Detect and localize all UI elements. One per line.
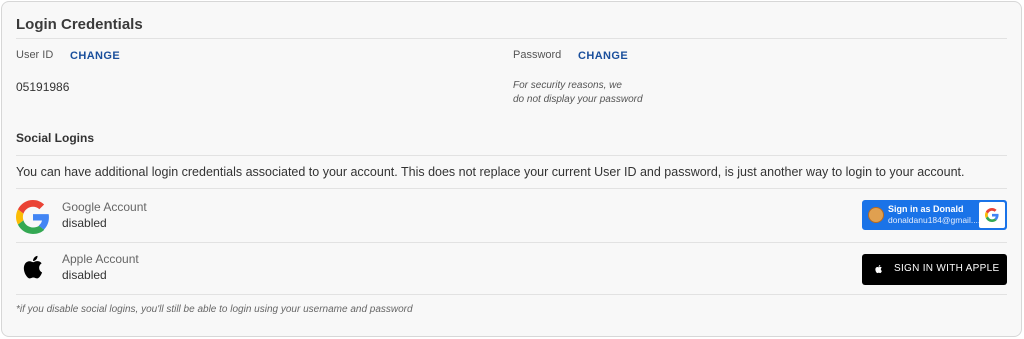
apple-icon xyxy=(875,265,882,274)
user-id-label: User ID xyxy=(16,49,54,61)
divider xyxy=(16,38,1007,39)
password-note: For security reasons, we do not display … xyxy=(513,79,643,107)
google-sign-in-button[interactable]: Sign in as Donald donaldanu184@gmail.... xyxy=(862,200,1007,230)
apple-icon xyxy=(23,255,43,279)
section-title: Login Credentials xyxy=(16,16,143,33)
google-button-logo-box xyxy=(979,202,1005,228)
social-logins-description: You can have additional login credential… xyxy=(16,165,965,179)
google-g-icon xyxy=(16,200,49,234)
user-id-value: 05191986 xyxy=(16,80,70,94)
login-credentials-card: Login Credentials User ID CHANGE 0519198… xyxy=(1,1,1022,337)
password-note-line1: For security reasons, we xyxy=(513,80,622,91)
apple-account-status: disabled xyxy=(62,268,107,282)
avatar xyxy=(868,207,884,223)
password-note-line2: do not display your password xyxy=(513,94,643,105)
change-user-id-link[interactable]: CHANGE xyxy=(70,50,120,62)
divider xyxy=(16,155,1007,156)
google-button-email: donaldanu184@gmail.... xyxy=(888,215,981,225)
divider xyxy=(16,294,1007,295)
apple-button-label: SIGN IN WITH APPLE xyxy=(894,263,1000,274)
apple-sign-in-button[interactable]: SIGN IN WITH APPLE xyxy=(862,254,1007,285)
change-password-link[interactable]: CHANGE xyxy=(578,50,628,62)
google-g-icon xyxy=(985,208,999,222)
google-button-title: Sign in as Donald xyxy=(888,204,964,214)
apple-account-row: Apple Account disabled SIGN IN WITH APPL… xyxy=(16,248,1007,296)
google-account-name: Google Account xyxy=(62,200,147,214)
apple-account-name: Apple Account xyxy=(62,252,139,266)
google-account-row: Google Account disabled Sign in as Donal… xyxy=(16,196,1007,244)
password-label: Password xyxy=(513,49,562,61)
google-account-status: disabled xyxy=(62,216,107,230)
social-logins-heading: Social Logins xyxy=(16,131,95,145)
divider xyxy=(16,242,1007,243)
social-logins-footnote: *if you disable social logins, you'll st… xyxy=(16,304,413,315)
divider xyxy=(16,188,1007,189)
